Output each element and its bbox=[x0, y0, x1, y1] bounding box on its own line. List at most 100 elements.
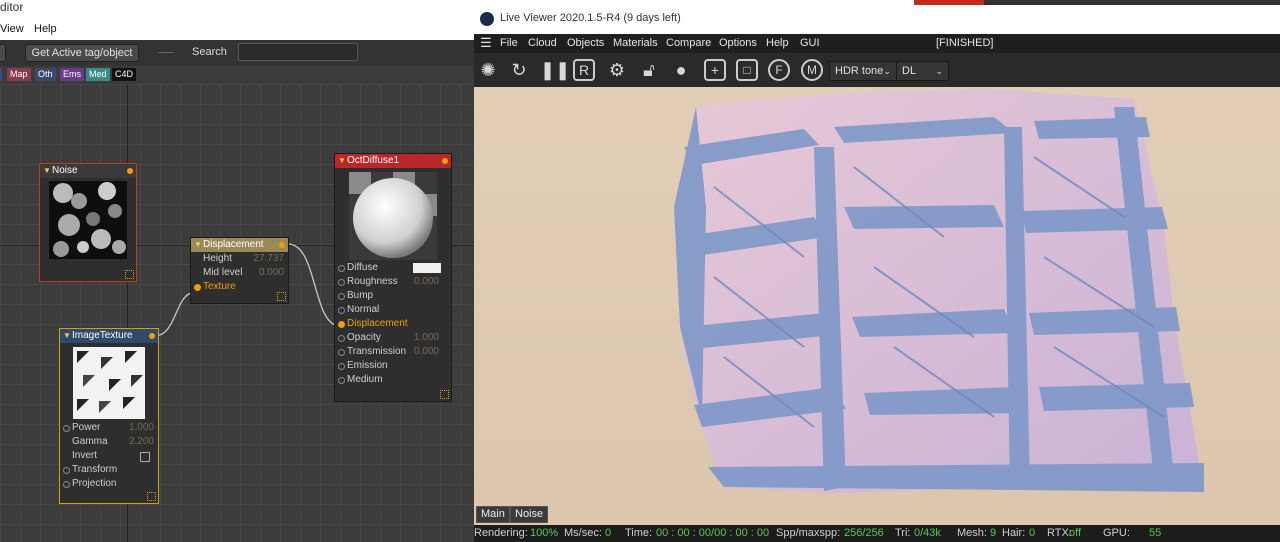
projection-label: Projection bbox=[72, 478, 117, 489]
transform-port[interactable]: Transform bbox=[60, 463, 158, 477]
filter-chip-oth[interactable]: Oth bbox=[35, 68, 56, 81]
opacity-port[interactable]: Opacity 1.000 bbox=[335, 331, 451, 345]
roughness-value[interactable]: 0.000 bbox=[414, 275, 439, 289]
diffuse-color-swatch[interactable] bbox=[413, 263, 441, 273]
oct-diffuse-node[interactable]: ▼ OctDiffuse1 Diffuse Roughness 0.000 Bum… bbox=[334, 153, 452, 402]
port-dot-icon[interactable] bbox=[338, 335, 345, 342]
transmission-value[interactable]: 0.000 bbox=[414, 345, 439, 359]
render-viewport[interactable]: Main Noise bbox=[474, 87, 1280, 525]
refresh-icon[interactable]: ↻ bbox=[508, 59, 530, 81]
gamma-port[interactable]: Gamma 2.200 bbox=[60, 435, 158, 449]
invert-port[interactable]: Invert bbox=[60, 449, 158, 463]
displacement-port[interactable]: Displacement bbox=[335, 317, 451, 331]
image-texture-node-header[interactable]: ▼ ImageTexture bbox=[60, 329, 158, 343]
resize-handle[interactable] bbox=[440, 390, 449, 399]
sphere-icon[interactable]: ● bbox=[670, 59, 692, 81]
medium-port[interactable]: Medium bbox=[335, 373, 451, 387]
port-dot-icon[interactable] bbox=[338, 279, 345, 286]
power-port[interactable]: Power 1.000 bbox=[60, 421, 158, 435]
m-pin-icon[interactable]: M bbox=[801, 59, 823, 81]
output-port-icon[interactable] bbox=[442, 158, 448, 164]
port-dot-icon[interactable] bbox=[338, 349, 345, 356]
noise-node[interactable]: ▼ Noise bbox=[39, 163, 137, 282]
roughness-port[interactable]: Roughness 0.000 bbox=[335, 275, 451, 289]
menu-file[interactable]: File bbox=[500, 37, 518, 49]
get-active-button[interactable]: Get Active tag/object bbox=[25, 44, 139, 62]
port-dot-icon[interactable] bbox=[194, 284, 201, 291]
collapse-icon[interactable]: ▼ bbox=[63, 329, 71, 343]
normal-port[interactable]: Normal bbox=[335, 303, 451, 317]
collapse-icon[interactable]: ▼ bbox=[43, 164, 51, 178]
bump-port[interactable]: Bump bbox=[335, 289, 451, 303]
filter-chip-ems[interactable]: Ems bbox=[60, 68, 84, 81]
menu-compare[interactable]: Compare bbox=[666, 37, 711, 49]
displacement-node[interactable]: ▼ Displacement Height 27.737 Mid level 0.0… bbox=[190, 237, 289, 304]
texture-port[interactable]: Texture bbox=[191, 280, 288, 294]
power-value[interactable]: 1.000 bbox=[129, 421, 154, 435]
height-port[interactable]: Height 27.737 bbox=[191, 252, 288, 266]
gamma-value[interactable]: 2.200 bbox=[129, 435, 154, 449]
search-input[interactable] bbox=[238, 43, 358, 61]
kernel-dropdown[interactable]: DL ⌄ bbox=[896, 61, 949, 81]
pause-icon[interactable]: ❚❚ bbox=[540, 59, 570, 81]
resize-handle[interactable] bbox=[277, 292, 286, 301]
tab-main[interactable]: Main bbox=[476, 506, 510, 523]
tab-noise[interactable]: Noise bbox=[510, 506, 549, 523]
port-dot-icon[interactable] bbox=[338, 377, 345, 384]
noise-node-header[interactable]: ▼ Noise bbox=[40, 164, 136, 178]
menu-objects[interactable]: Objects bbox=[567, 37, 604, 49]
resize-handle[interactable] bbox=[125, 270, 134, 279]
menu-cloud[interactable]: Cloud bbox=[528, 37, 557, 49]
chevron-down-icon: ⌄ bbox=[883, 66, 891, 76]
filter-chip-med[interactable]: Med bbox=[86, 68, 110, 81]
menu-options[interactable]: Options bbox=[719, 37, 757, 49]
image-texture-node[interactable]: ▼ ImageTexture Power 1.000 Gamma 2.200 Inv… bbox=[59, 328, 159, 504]
output-port-icon[interactable] bbox=[279, 242, 285, 248]
oct-diffuse-node-header[interactable]: ▼ OctDiffuse1 bbox=[335, 154, 451, 168]
height-value[interactable]: 27.737 bbox=[253, 252, 284, 266]
opacity-value[interactable]: 1.000 bbox=[414, 331, 439, 345]
viewer-menubar: ☰ File Cloud Objects Materials Compare O… bbox=[474, 34, 1280, 53]
oct-diffuse-node-title: OctDiffuse1 bbox=[347, 155, 400, 166]
output-port-icon[interactable] bbox=[127, 168, 133, 174]
diffuse-port[interactable]: Diffuse bbox=[335, 261, 451, 275]
collapse-icon[interactable]: ▼ bbox=[338, 154, 346, 168]
f-pin-icon[interactable]: F bbox=[768, 59, 790, 81]
menu-gui[interactable]: GUI bbox=[800, 37, 820, 49]
menu-help[interactable]: Help bbox=[766, 37, 789, 49]
port-dot-icon[interactable] bbox=[338, 363, 345, 370]
port-dot-icon[interactable] bbox=[63, 481, 70, 488]
menu-materials[interactable]: Materials bbox=[613, 37, 658, 49]
menu-help[interactable]: Help bbox=[34, 23, 57, 35]
port-dot-icon[interactable] bbox=[63, 425, 70, 432]
r-icon[interactable]: R bbox=[573, 59, 595, 81]
projection-port[interactable]: Projection bbox=[60, 477, 158, 491]
menu-view[interactable]: View bbox=[0, 23, 24, 35]
hamburger-menu-icon[interactable]: ☰ bbox=[480, 35, 492, 51]
aperture-icon[interactable]: ✺ bbox=[477, 59, 499, 81]
add-region-icon[interactable]: + bbox=[704, 59, 726, 81]
filter-chip-map[interactable]: Map bbox=[7, 68, 31, 81]
tone-dropdown[interactable]: HDR tone ⌄ bbox=[829, 61, 897, 81]
toolbar-left-button[interactable] bbox=[0, 44, 6, 62]
port-dot-icon[interactable] bbox=[338, 293, 345, 300]
port-dot-icon[interactable] bbox=[338, 321, 345, 328]
mid-level-port[interactable]: Mid level 0.000 bbox=[191, 266, 288, 280]
region-icon[interactable]: □ bbox=[736, 59, 758, 81]
filter-chip-c4d[interactable]: C4D bbox=[112, 68, 137, 81]
output-port-icon[interactable] bbox=[149, 333, 155, 339]
lock-icon[interactable]: 🔓︎ bbox=[638, 59, 660, 81]
invert-checkbox[interactable] bbox=[140, 452, 150, 462]
emission-port[interactable]: Emission bbox=[335, 359, 451, 373]
gear-icon[interactable]: ⚙ bbox=[606, 59, 628, 81]
port-dot-icon[interactable] bbox=[338, 307, 345, 314]
collapse-icon[interactable]: ▼ bbox=[194, 238, 202, 252]
port-dot-icon[interactable] bbox=[338, 265, 345, 272]
mid-level-value[interactable]: 0.000 bbox=[259, 266, 284, 280]
filter-chip-edge[interactable] bbox=[0, 68, 2, 81]
resize-handle[interactable] bbox=[147, 492, 156, 501]
port-dot-icon[interactable] bbox=[63, 467, 70, 474]
transmission-port[interactable]: Transmission 0.000 bbox=[335, 345, 451, 359]
node-canvas[interactable]: ▼ Noise ▼ Displacement Height 27.737 Mid… bbox=[0, 84, 474, 542]
displacement-node-header[interactable]: ▼ Displacement bbox=[191, 238, 288, 252]
